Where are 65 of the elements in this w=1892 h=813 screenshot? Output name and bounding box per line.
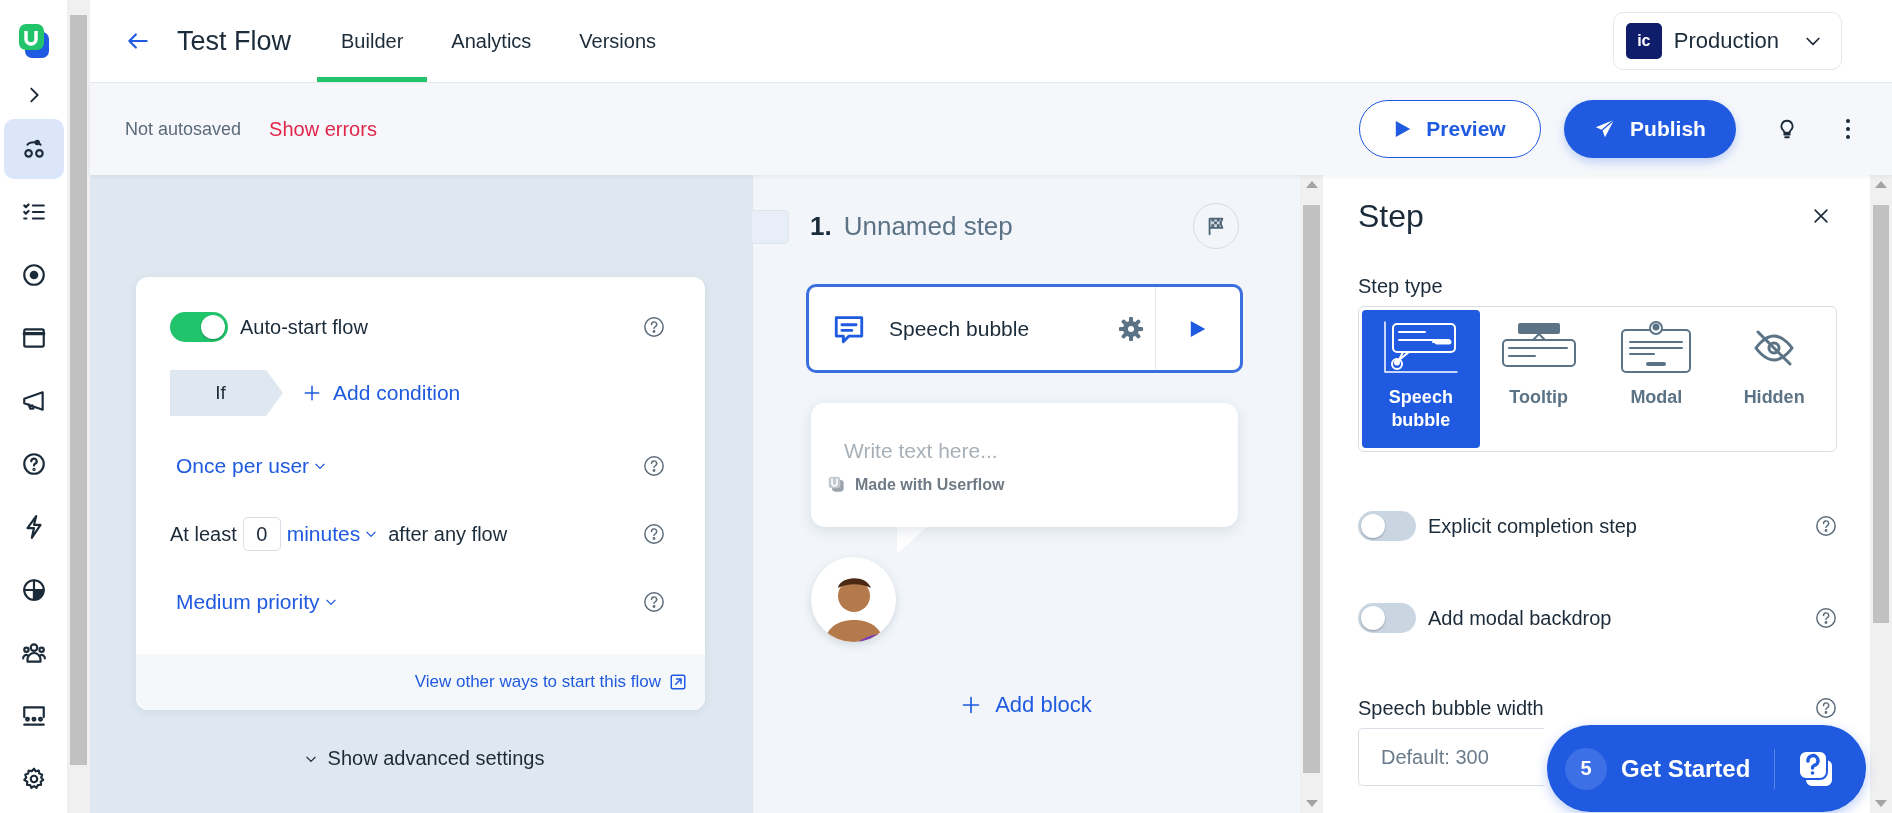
- add-block-button[interactable]: Add block: [961, 687, 1092, 723]
- save-status: Not autosaved: [125, 118, 242, 140]
- target-icon: [20, 262, 47, 288]
- get-started-launcher[interactable]: 5 Get Started: [1547, 725, 1866, 812]
- tab[interactable]: Versions: [555, 0, 681, 82]
- step-type-option[interactable]: Speech bubble: [1362, 310, 1480, 448]
- settings-icon: [20, 766, 47, 792]
- launcher-label: Get Started: [1621, 754, 1751, 783]
- tab[interactable]: Analytics: [427, 0, 556, 82]
- toggle-label: Add modal backdrop: [1428, 606, 1612, 630]
- toggle-switch[interactable]: [1358, 511, 1416, 541]
- help-icon[interactable]: [643, 455, 665, 477]
- toggle-switch[interactable]: [1358, 603, 1416, 633]
- delay-suffix: after any flow: [388, 522, 508, 546]
- preview-button[interactable]: Preview: [1359, 100, 1541, 158]
- megaphone-icon: [20, 388, 47, 414]
- environment-badge: ic: [1625, 23, 1662, 59]
- panel-title: Step: [1358, 197, 1424, 235]
- window-icon: [20, 325, 47, 351]
- publish-button[interactable]: Publish: [1564, 100, 1736, 158]
- count-badge: 5: [1565, 747, 1607, 790]
- show-errors-link[interactable]: Show errors: [269, 117, 377, 141]
- help-icon[interactable]: [643, 523, 665, 545]
- condition-tag: If: [170, 370, 283, 416]
- environment-selector[interactable]: ic Production: [1612, 12, 1842, 70]
- step-type-label: Step type: [1358, 275, 1444, 298]
- bubble-text-input[interactable]: Write text here...: [844, 439, 1184, 463]
- close-icon[interactable]: [1811, 206, 1831, 226]
- more-vertical-icon[interactable]: [1844, 117, 1852, 141]
- presentation-icon: [20, 703, 47, 729]
- help-icon[interactable]: [643, 591, 665, 613]
- delay-prefix: At least: [170, 522, 237, 546]
- toggle-switch[interactable]: [170, 312, 228, 342]
- plus-icon: [303, 384, 321, 402]
- goal-flag-button[interactable]: [1193, 203, 1239, 249]
- frequency-dropdown[interactable]: Once per user: [176, 454, 328, 478]
- flow-title: Test Flow: [177, 25, 292, 57]
- play-icon[interactable]: [1189, 318, 1207, 339]
- pie-chart-icon: [20, 577, 47, 603]
- help-icon[interactable]: [1815, 607, 1837, 629]
- environment-label: Production: [1673, 28, 1779, 54]
- external-link-icon: [669, 673, 687, 691]
- help-icon: [20, 451, 47, 477]
- toggle-label: Auto-start flow: [240, 315, 368, 339]
- plus-icon: [961, 695, 982, 715]
- start-options-link[interactable]: View other ways to start this flow: [414, 672, 687, 692]
- speech-bubble-block[interactable]: Speech bubble: [806, 284, 1243, 373]
- branding-text: Made with Userflow: [855, 476, 1005, 494]
- help-icon[interactable]: [1815, 697, 1837, 719]
- advanced-settings-toggle[interactable]: Show advanced settings: [297, 746, 551, 771]
- help-icon[interactable]: [643, 316, 665, 338]
- priority-dropdown[interactable]: Medium priority: [176, 590, 338, 614]
- add-condition-link[interactable]: Add condition: [303, 381, 461, 405]
- toggle-label: Explicit completion step: [1428, 514, 1637, 538]
- step-name[interactable]: Unnamed step: [843, 210, 1013, 242]
- delay-input[interactable]: 0: [242, 517, 281, 551]
- settings-icon[interactable]: [1119, 316, 1143, 341]
- help-icon[interactable]: [1815, 515, 1837, 537]
- userflow-logo-icon: [827, 475, 847, 495]
- field-label: Speech bubble width: [1358, 696, 1544, 720]
- width-input[interactable]: Default: 300: [1358, 728, 1544, 786]
- step-number: 1.: [810, 210, 832, 242]
- unit-dropdown[interactable]: minutes: [286, 522, 379, 546]
- nav-item[interactable]: [3, 119, 64, 179]
- users-icon: [20, 640, 47, 666]
